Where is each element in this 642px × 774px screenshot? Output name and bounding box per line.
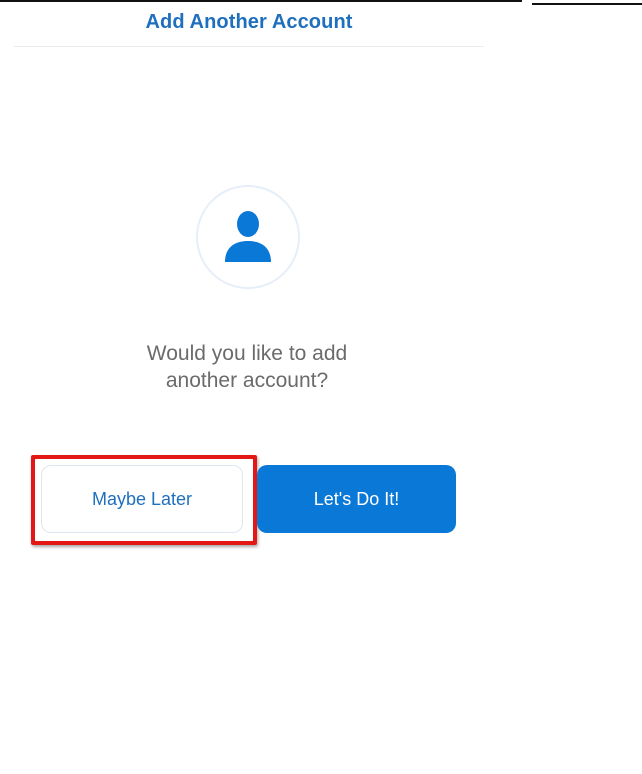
person-icon	[225, 211, 271, 262]
avatar	[196, 185, 300, 289]
lets-do-it-button[interactable]: Let's Do It!	[257, 465, 456, 533]
add-account-prompt: Would you like to add another account?	[146, 342, 348, 392]
maybe-later-button[interactable]: Maybe Later	[41, 465, 243, 533]
top-divider-left	[0, 0, 522, 2]
page-title: Add Another Account	[145, 10, 353, 33]
header-bar: Add Another Account	[14, 4, 484, 47]
top-divider-right	[532, 3, 642, 5]
